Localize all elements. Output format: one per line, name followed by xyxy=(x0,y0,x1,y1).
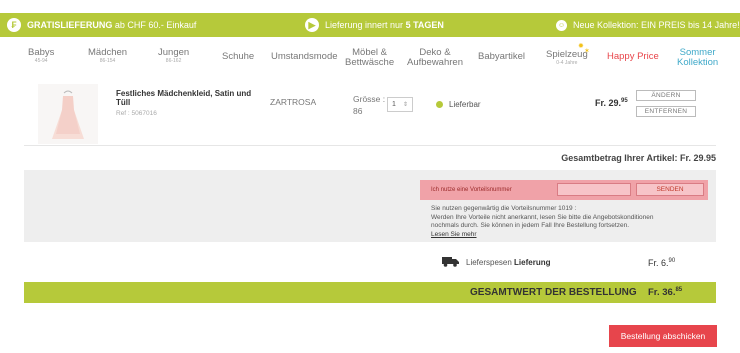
category-nav: Babys 45-94 Mädchen 86-154 Jungen 86-162… xyxy=(0,43,740,76)
nav-item-sommer-kollektion[interactable]: Sommer Kollektion xyxy=(677,48,718,68)
delivery-van-icon: ▶ xyxy=(305,18,319,32)
free-shipping-promo: ₣ GRATISLIEFERUNG ab CHF 60.- Einkauf xyxy=(7,13,196,37)
size-value: 86 xyxy=(353,106,363,116)
star-icon: ✶ xyxy=(584,48,590,55)
shipping-amount-main: Fr. 6. xyxy=(648,258,669,268)
nav-maedchen-sizes: 86-154 xyxy=(99,58,116,64)
voucher-info-line1: Sie nutzen gegenwärtig die Vorteilsnumme… xyxy=(431,205,577,212)
new-collection-promo[interactable]: ☺ Neue Kollektion: EIN PREIS bis 14 Jahr… xyxy=(556,13,740,37)
product-color: ZARTROSA xyxy=(270,97,317,107)
smiley-icon: ☺ xyxy=(556,19,567,31)
nav-maedchen-label: Mädchen xyxy=(88,47,128,58)
cart-item-row: Festliches Mädchenkleid, Satin und Tüll … xyxy=(24,80,716,146)
subtotal: Gesamtbetrag Ihrer Artikel: Fr. 29.95 xyxy=(561,153,716,163)
truck-icon xyxy=(442,257,459,267)
nav-item-deko[interactable]: Deko & Aufbewahren xyxy=(407,48,463,68)
submit-order-button[interactable]: Bestellung abschicken xyxy=(609,325,717,347)
free-shipping-strong: GRATISLIEFERUNG xyxy=(27,20,113,30)
shipping-label-text: Lieferspesen xyxy=(466,258,515,267)
shipping-badge-icon: ₣ xyxy=(7,18,21,32)
shipping-amount: Fr. 6.90 xyxy=(648,258,675,268)
voucher-info: Sie nutzen gegenwärtig die Vorteilsnumme… xyxy=(431,205,711,239)
read-more-link[interactable]: Lesen Sie mehr xyxy=(431,231,477,238)
shipping-label-bold: Lieferung xyxy=(514,258,551,267)
quantity-select[interactable]: 1 ⇕ xyxy=(387,97,413,112)
delivery-days: 5 TAGEN xyxy=(405,20,444,30)
new-collection-text: Neue Kollektion: EIN PREIS bis 14 Jahre! xyxy=(573,20,740,30)
nav-item-babyartikel[interactable]: Babyartikel xyxy=(478,52,525,62)
delivery-text: Lieferung innert nur xyxy=(325,20,406,30)
nav-deko-line2: Aufbewahren xyxy=(407,57,463,68)
size-label: Grösse : xyxy=(353,94,386,104)
shipping-row: Lieferspesen Lieferung Fr. 6.90 xyxy=(24,244,716,280)
nav-schuhe-label: Schuhe xyxy=(222,51,255,62)
nav-item-umstandsmode[interactable]: Umstandsmode xyxy=(271,52,338,62)
shipping-amount-cents: 90 xyxy=(668,258,676,264)
product-name[interactable]: Festliches Mädchenkleid, Satin und Tüll xyxy=(116,89,266,107)
voucher-info-line2: Werden Ihre Vorteile nicht anerkannt, le… xyxy=(431,213,654,221)
up-down-arrows-icon: ⇕ xyxy=(402,102,408,108)
availability-dot-icon xyxy=(436,101,443,108)
send-voucher-button[interactable]: SENDEN xyxy=(636,183,704,196)
delivery-promo: ▶ Lieferung innert nur 5 TAGEN xyxy=(305,13,444,37)
grand-total-main: Fr. 36. xyxy=(648,287,676,299)
nav-moebel-line2: Bettwäsche xyxy=(345,57,395,68)
quantity-value: 1 xyxy=(392,101,396,108)
voucher-info-line3: nochmals durch. Sie können in jedem Fall… xyxy=(431,222,629,229)
nav-item-babys[interactable]: Babys 45-94 xyxy=(28,47,55,65)
nav-babys-label: Babys xyxy=(28,47,55,58)
stock-status-label: Lieferbar xyxy=(449,100,481,109)
nav-item-maedchen[interactable]: Mädchen 86-154 xyxy=(88,47,128,65)
item-price: Fr. 29.95 xyxy=(595,98,628,108)
grand-total-bar: GESAMTWERT DER BESTELLUNG Fr. 36.85 xyxy=(24,282,716,303)
star-icon: ✹ xyxy=(578,43,584,50)
nav-sommer-line2: Kollektion xyxy=(677,57,719,68)
nav-item-spielzeug[interactable]: ✹ ✶ Spielzeug 0-4 Jahre xyxy=(546,43,590,66)
product-ref: Ref : 5067016 xyxy=(116,110,157,117)
grand-total-label: GESAMTWERT DER BESTELLUNG xyxy=(470,287,637,298)
dress-image xyxy=(52,90,84,139)
remove-button[interactable]: ENTFERNEN xyxy=(636,106,696,117)
nav-babyartikel-label: Babyartikel xyxy=(478,51,525,62)
nav-jungen-label: Jungen xyxy=(158,47,190,58)
shipping-label: Lieferspesen Lieferung xyxy=(466,258,550,267)
nav-item-jungen[interactable]: Jungen 86-162 xyxy=(158,47,190,65)
voucher-label: Ich nutze eine Vorteilsnummer xyxy=(431,187,512,193)
stock-status: Lieferbar xyxy=(436,100,481,109)
change-button[interactable]: ÄNDERN xyxy=(636,90,696,101)
product-size: Grösse : 86 xyxy=(353,93,385,117)
free-shipping-rest: ab CHF 60.- Einkauf xyxy=(112,20,197,30)
nav-happy-price-label: Happy Price xyxy=(607,51,659,62)
voucher-input[interactable] xyxy=(557,183,631,196)
nav-item-moebel[interactable]: Möbel & Bettwäsche xyxy=(345,48,394,68)
nav-item-schuhe[interactable]: Schuhe xyxy=(222,52,254,62)
nav-babys-sizes: 45-94 xyxy=(34,58,48,64)
nav-umstandsmode-label: Umstandsmode xyxy=(271,51,338,62)
nav-item-happy-price[interactable]: Happy Price xyxy=(607,52,659,62)
product-thumbnail[interactable] xyxy=(38,84,98,144)
nav-spielzeug-ages: 0-4 Jahre xyxy=(556,60,578,66)
item-price-main: Fr. 29. xyxy=(595,98,622,108)
grand-total-amount: Fr. 36.85 xyxy=(648,287,682,298)
promo-bar: ₣ GRATISLIEFERUNG ab CHF 60.- Einkauf ▶ … xyxy=(0,13,740,37)
grand-total-cents: 85 xyxy=(675,287,683,293)
nav-jungen-sizes: 86-162 xyxy=(165,58,182,64)
item-price-cents: 95 xyxy=(621,98,628,104)
